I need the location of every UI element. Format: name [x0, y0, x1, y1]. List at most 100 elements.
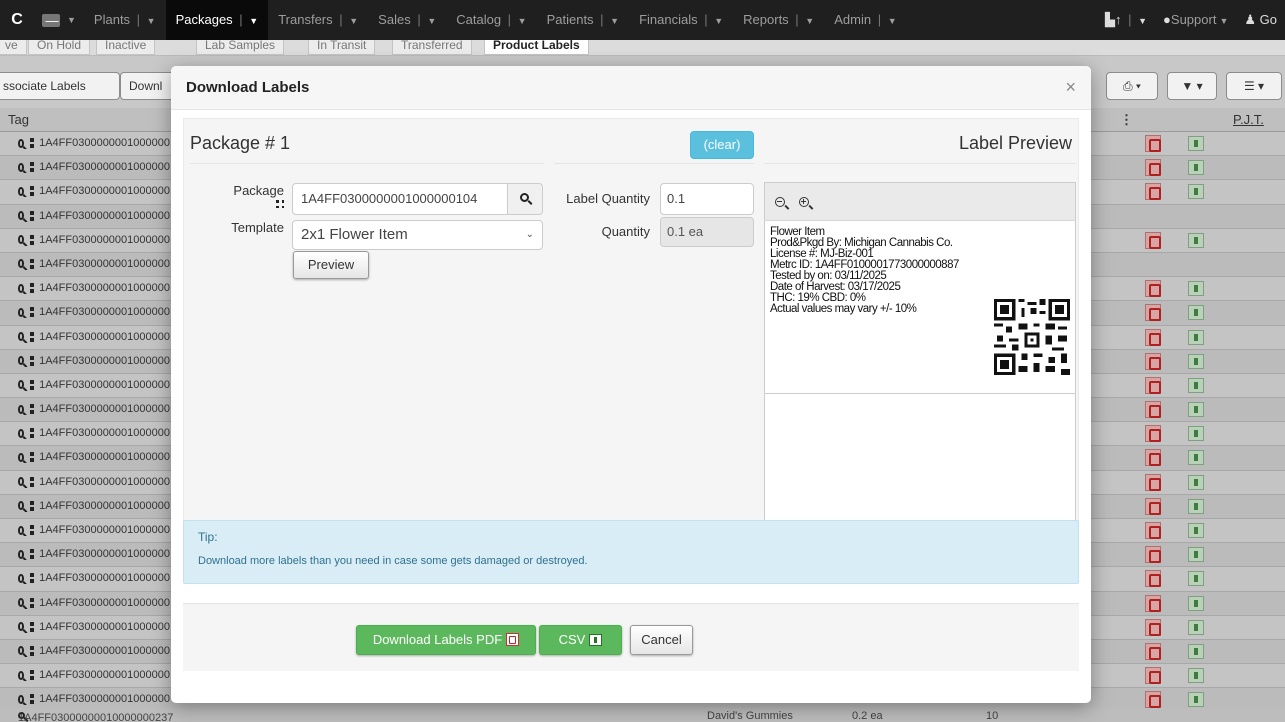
nav-item-admin[interactable]: Admin | ▼ — [824, 0, 906, 40]
template-select[interactable]: 2x1 Flower Item ⌄ — [292, 220, 543, 250]
search-icon[interactable] — [18, 525, 25, 535]
spreadsheet-icon[interactable] — [1188, 692, 1204, 708]
pdf-icon[interactable] — [1145, 522, 1161, 539]
nav-item-patients[interactable]: Patients | ▼ — [537, 0, 630, 40]
pdf-icon[interactable] — [1145, 570, 1161, 588]
search-icon[interactable] — [18, 549, 25, 559]
pdf-icon[interactable] — [1145, 667, 1161, 685]
search-icon[interactable] — [18, 694, 25, 704]
search-icon[interactable] — [18, 307, 25, 317]
search-icon[interactable] — [18, 452, 25, 462]
search-icon[interactable] — [18, 162, 25, 172]
download-labels-pdf-button[interactable]: Download Labels PDF — [356, 625, 536, 655]
pdf-icon[interactable] — [1145, 594, 1161, 612]
clear-button[interactable]: (clear) — [690, 131, 754, 159]
table-row[interactable]: 1A4FF03000000010000000237 David's Gummie… — [0, 708, 1285, 722]
search-icon[interactable] — [18, 598, 25, 608]
support-menu[interactable]: ●Support ▼ — [1155, 0, 1236, 40]
columns-menu-button[interactable]: ☰ ▾ — [1226, 72, 1282, 100]
tab-lab-samples[interactable]: Lab Samples — [196, 40, 285, 55]
pdf-icon[interactable] — [1145, 183, 1161, 201]
pdf-icon[interactable] — [1145, 401, 1161, 419]
user-menu[interactable]: ♟ Go — [1236, 0, 1285, 40]
pdf-icon[interactable] — [1145, 231, 1161, 249]
search-icon[interactable] — [18, 622, 25, 632]
cancel-button[interactable]: Cancel — [630, 625, 693, 655]
spreadsheet-icon[interactable] — [1188, 377, 1204, 393]
tab-inactive[interactable]: Inactive — [96, 40, 156, 55]
tab-active[interactable]: ve — [0, 40, 27, 55]
brand-logo[interactable]: C — [0, 11, 34, 29]
search-icon[interactable] — [18, 186, 25, 196]
search-icon[interactable] — [18, 283, 25, 293]
search-icon[interactable] — [18, 477, 25, 487]
spreadsheet-icon[interactable] — [1188, 619, 1204, 635]
tab-on-hold[interactable]: On Hold — [28, 40, 91, 55]
spreadsheet-icon[interactable] — [1188, 668, 1204, 684]
pdf-icon[interactable] — [1145, 691, 1161, 709]
nav-item-transfers[interactable]: Transfers | ▼ — [268, 0, 368, 40]
spreadsheet-icon[interactable] — [1188, 426, 1204, 442]
label-quantity-input[interactable]: 0.1 — [660, 183, 754, 215]
spreadsheet-icon[interactable] — [1188, 450, 1204, 466]
zoom-out-icon[interactable] — [775, 196, 785, 207]
package-input[interactable]: 1A4FF0300000001000000104 — [292, 183, 508, 215]
pdf-icon[interactable] — [1145, 449, 1161, 467]
pdf-icon[interactable] — [1145, 546, 1161, 564]
pdf-icon[interactable] — [1145, 352, 1161, 370]
spreadsheet-icon[interactable] — [1188, 353, 1204, 369]
spreadsheet-icon[interactable] — [1188, 160, 1204, 176]
csv-button[interactable]: CSV — [539, 625, 622, 655]
package-search-button[interactable] — [507, 183, 543, 215]
search-icon[interactable] — [18, 428, 25, 438]
column-header-pjt[interactable]: P.J.T. — [1233, 112, 1264, 127]
pdf-icon[interactable] — [1145, 497, 1161, 515]
search-icon[interactable] — [18, 356, 25, 366]
pdf-icon[interactable] — [1145, 159, 1161, 177]
spreadsheet-icon[interactable] — [1188, 498, 1204, 514]
spreadsheet-icon[interactable] — [1188, 184, 1204, 200]
column-menu-icon[interactable]: ⋮ — [1120, 112, 1133, 128]
nav-item-catalog[interactable]: Catalog | ▼ — [446, 0, 536, 40]
download-button[interactable]: Downl — [120, 72, 176, 100]
spreadsheet-icon[interactable] — [1188, 136, 1204, 151]
print-menu-button[interactable]: ⎙ ▾ — [1106, 72, 1158, 100]
preview-button[interactable]: Preview — [293, 251, 369, 279]
pdf-icon[interactable] — [1145, 642, 1161, 660]
spreadsheet-icon[interactable] — [1188, 595, 1204, 611]
tab-in-transit[interactable]: In Transit — [308, 40, 376, 55]
search-icon[interactable] — [18, 138, 25, 148]
spreadsheet-icon[interactable] — [1188, 474, 1204, 490]
pdf-icon[interactable] — [1145, 135, 1161, 152]
spreadsheet-icon[interactable] — [1188, 232, 1204, 248]
search-icon[interactable] — [18, 259, 25, 269]
pdf-icon[interactable] — [1145, 425, 1161, 443]
pdf-icon[interactable] — [1145, 473, 1161, 491]
search-icon[interactable] — [18, 501, 25, 511]
nav-item-sales[interactable]: Sales | ▼ — [368, 0, 446, 40]
nav-item-packages[interactable]: Packages | ▼ — [165, 0, 269, 40]
spreadsheet-icon[interactable] — [1188, 305, 1204, 321]
spreadsheet-icon[interactable] — [1188, 643, 1204, 659]
search-icon[interactable] — [18, 646, 25, 656]
facility-menu[interactable]: ▙↑ | ▼ — [1097, 0, 1155, 40]
search-icon[interactable] — [18, 211, 25, 221]
spreadsheet-icon[interactable] — [1188, 547, 1204, 563]
pdf-icon[interactable] — [1145, 304, 1161, 322]
search-icon[interactable] — [18, 573, 25, 583]
spreadsheet-icon[interactable] — [1188, 571, 1204, 587]
spreadsheet-icon[interactable] — [1188, 281, 1204, 297]
associate-labels-button[interactable]: ssociate Labels — [0, 72, 120, 100]
search-icon[interactable] — [18, 404, 25, 414]
nav-item-financials[interactable]: Financials | ▼ — [629, 0, 733, 40]
zoom-in-icon[interactable] — [799, 196, 809, 207]
search-icon[interactable] — [18, 235, 25, 245]
spreadsheet-icon[interactable] — [1188, 402, 1204, 418]
search-icon[interactable] — [18, 332, 25, 341]
tab-transferred[interactable]: Transferred — [392, 40, 472, 55]
search-icon[interactable] — [18, 380, 25, 390]
column-header-tag[interactable]: Tag — [8, 112, 29, 127]
spreadsheet-icon[interactable] — [1188, 523, 1204, 538]
nav-item-plants[interactable]: Plants | ▼ — [84, 0, 166, 40]
filter-menu-button[interactable]: ▼ ▾ — [1167, 72, 1217, 100]
